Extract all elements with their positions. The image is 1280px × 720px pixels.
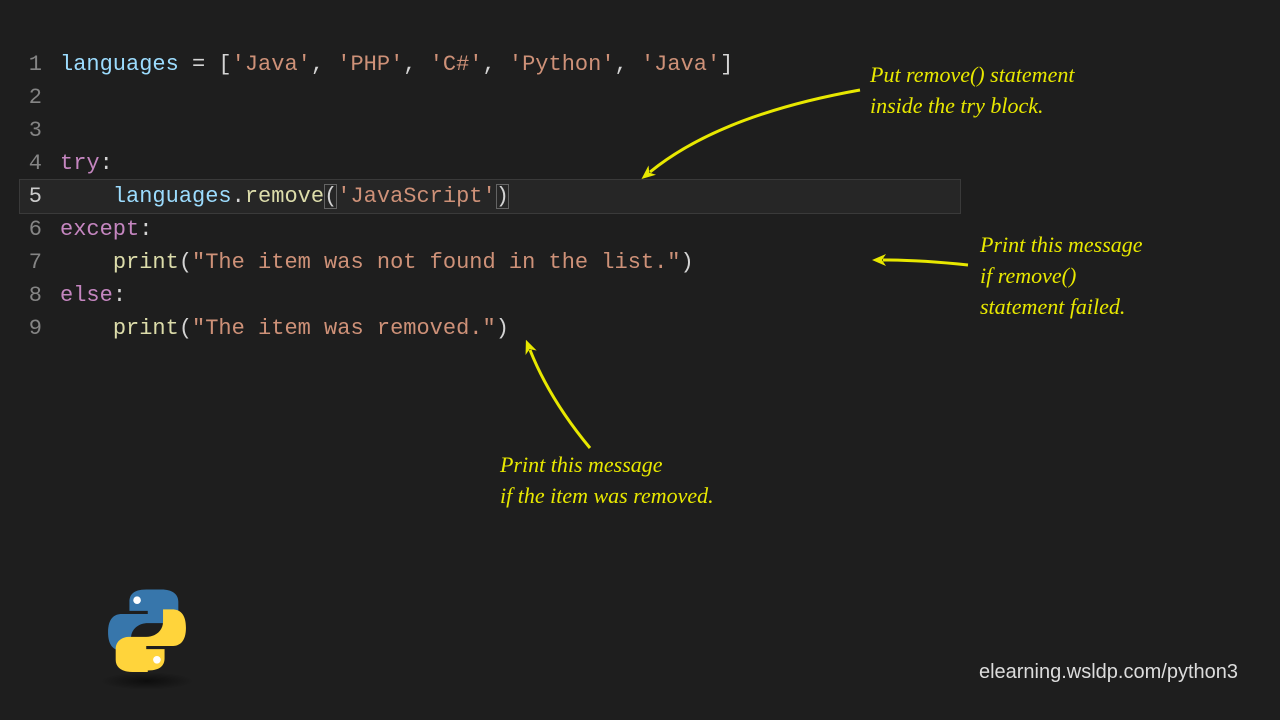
code-content: try: bbox=[60, 147, 113, 180]
annotation-else-msg: Print this message if the item was remov… bbox=[500, 450, 880, 512]
python-logo-icon bbox=[105, 588, 189, 672]
footer-credit: elearning.wsldp.com/python3 bbox=[979, 661, 1238, 684]
code-content: except: bbox=[60, 213, 152, 246]
code-line: 6except: bbox=[20, 213, 960, 246]
code-line: 8else: bbox=[20, 279, 960, 312]
code-line: 5 languages.remove('JavaScript') bbox=[20, 180, 960, 213]
line-number: 8 bbox=[20, 279, 60, 312]
line-number: 7 bbox=[20, 246, 60, 279]
code-content: print("The item was removed.") bbox=[60, 312, 509, 345]
code-editor: 1languages = ['Java', 'PHP', 'C#', 'Pyth… bbox=[20, 48, 960, 345]
code-line: 3 bbox=[20, 114, 960, 147]
code-content: print("The item was not found in the lis… bbox=[60, 246, 694, 279]
code-content: else: bbox=[60, 279, 126, 312]
code-line: 1languages = ['Java', 'PHP', 'C#', 'Pyth… bbox=[20, 48, 960, 81]
code-content: languages = ['Java', 'PHP', 'C#', 'Pytho… bbox=[60, 48, 733, 81]
code-line: 9 print("The item was removed.") bbox=[20, 312, 960, 345]
code-line: 2 bbox=[20, 81, 960, 114]
line-number: 1 bbox=[20, 48, 60, 81]
line-number: 3 bbox=[20, 114, 60, 147]
annotation-except-msg: Print this message if remove() statement… bbox=[980, 230, 1260, 322]
line-number: 5 bbox=[20, 180, 60, 213]
code-line: 4try: bbox=[20, 147, 960, 180]
line-number: 2 bbox=[20, 81, 60, 114]
annotation-try-block: Put remove() statement inside the try bl… bbox=[870, 60, 1250, 122]
arrow-to-else-print bbox=[530, 350, 590, 448]
line-number: 6 bbox=[20, 213, 60, 246]
line-number: 4 bbox=[20, 147, 60, 180]
code-line: 7 print("The item was not found in the l… bbox=[20, 246, 960, 279]
line-number: 9 bbox=[20, 312, 60, 345]
python-logo-shadow bbox=[100, 672, 194, 690]
code-content: languages.remove('JavaScript') bbox=[60, 180, 509, 213]
